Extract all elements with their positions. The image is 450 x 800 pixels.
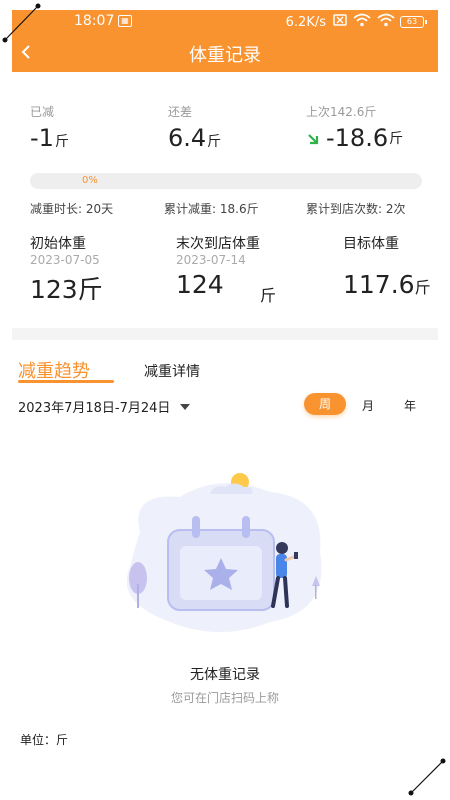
empty-state-subtitle: 您可在门店扫码上称	[170, 691, 279, 705]
lost-unit: 斤	[54, 134, 69, 150]
arrow-down-icon	[306, 124, 320, 152]
remaining-unit: 斤	[207, 134, 222, 150]
lost-value-block: -1斤	[30, 124, 69, 152]
lost-label: 已减	[30, 105, 55, 119]
target-weight-unit: 斤	[414, 278, 431, 297]
caret-down-icon	[180, 403, 191, 410]
period-week-button[interactable]: 周	[304, 393, 346, 415]
wifi-icon-2	[377, 13, 395, 31]
remaining-value-block: 6.4斤	[168, 124, 221, 152]
last-change-unit: 斤	[389, 131, 404, 147]
latest-weight-label: 末次到店体重	[176, 236, 260, 252]
app-header: 18:07 ▦ 6.2K/s 63 体重记录	[12, 10, 438, 72]
latest-weight-unit: 斤	[260, 286, 277, 305]
wifi-icon	[353, 13, 371, 31]
latest-weight-value: 124	[176, 270, 224, 299]
section-divider	[12, 328, 438, 340]
remaining-value: 6.4	[168, 124, 207, 152]
initial-weight-value: 123斤	[30, 275, 103, 304]
total-lost-text: 累计减重: 18.6斤	[164, 202, 259, 216]
status-indicators: 6.2K/s	[286, 13, 398, 31]
sim-off-icon	[333, 14, 347, 30]
initial-weight-date: 2023-07-05	[30, 253, 100, 267]
corner-line-top-left	[2, 3, 41, 43]
target-weight-label: 目标体重	[343, 236, 399, 252]
lost-value: -1	[30, 124, 54, 152]
battery-icon: 63	[400, 16, 427, 28]
period-year-button[interactable]: 年	[404, 397, 416, 414]
target-weight-block: 117.6斤	[343, 270, 431, 299]
notification-badge-icon: ▦	[118, 15, 132, 27]
tab-details[interactable]: 减重详情	[144, 361, 200, 381]
visits-text: 累计到店次数: 2次	[306, 202, 406, 216]
last-change-value: -18.6	[326, 124, 389, 152]
corner-line-bottom-right	[408, 758, 446, 796]
unit-note: 单位：斤	[20, 733, 69, 747]
progress-text: 0%	[82, 175, 98, 186]
target-weight-value: 117.6	[343, 270, 415, 299]
duration-text: 减重时长: 20天	[30, 202, 114, 216]
date-range-text: 2023年7月18日-7月24日	[18, 401, 171, 416]
tab-underline	[18, 380, 114, 383]
latest-weight-date: 2023-07-14	[176, 253, 246, 267]
empty-calendar-illustration	[110, 472, 336, 642]
last-weight-label: 上次142.6斤	[306, 105, 377, 119]
net-speed: 6.2K/s	[285, 14, 326, 30]
date-range-selector[interactable]: 2023年7月18日-7月24日	[18, 397, 191, 416]
page-title: 体重记录	[189, 45, 261, 66]
latest-weight-unit-wrap: 斤	[260, 278, 276, 307]
last-change-block: -18.6 斤	[306, 124, 403, 152]
status-time: 18:07	[74, 13, 115, 29]
initial-weight-label: 初始体重	[30, 236, 86, 252]
status-bar: 18:07 ▦ 6.2K/s 63	[12, 10, 438, 34]
remaining-label: 还差	[168, 105, 193, 119]
period-month-button[interactable]: 月	[362, 397, 374, 414]
empty-state-title: 无体重记录	[190, 667, 260, 683]
